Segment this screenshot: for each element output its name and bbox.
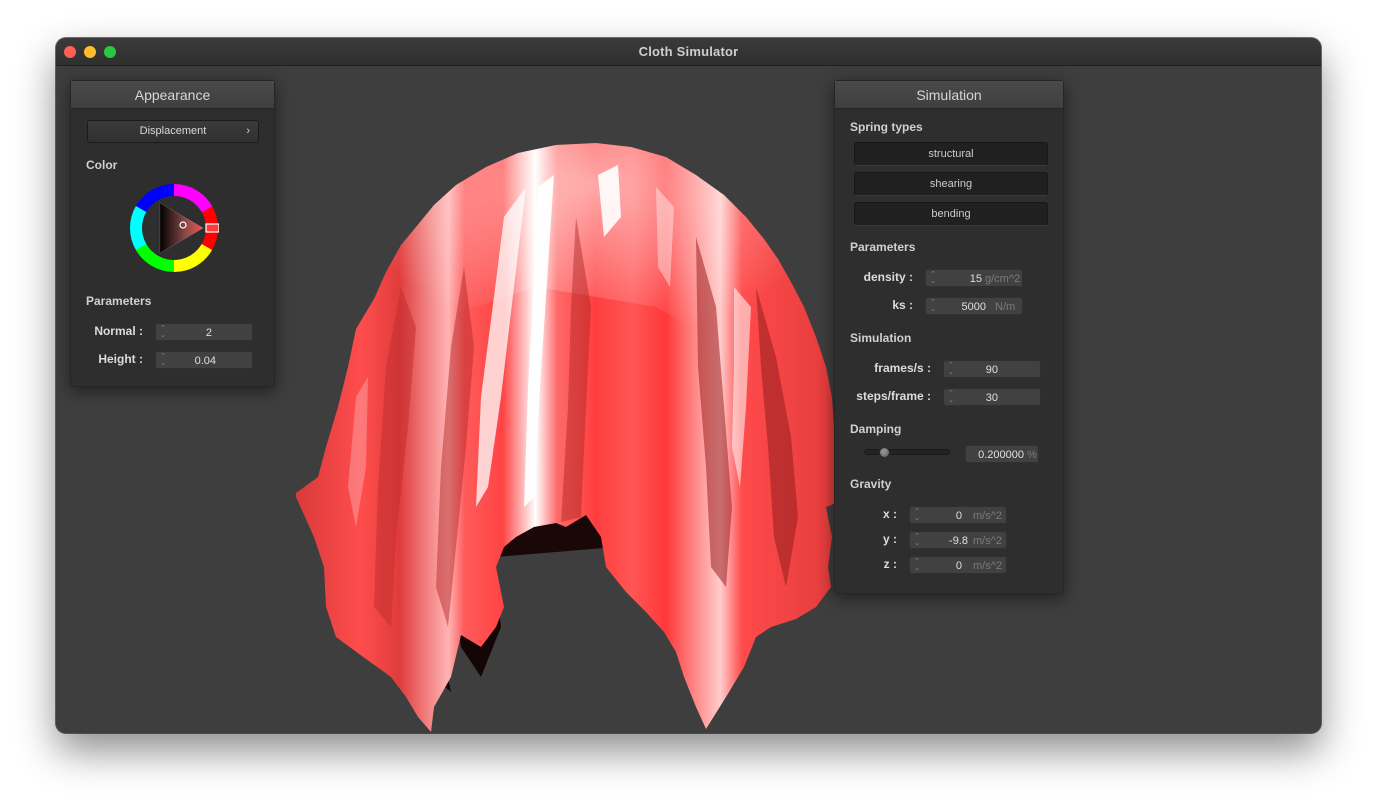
steps-per-frame-label: steps/frame : xyxy=(856,389,931,403)
gravity-z-label: z : xyxy=(883,557,897,571)
spring-bending-button[interactable]: bending xyxy=(854,202,1048,226)
color-section-label: Color xyxy=(86,158,118,172)
spinner-icon[interactable]: ⌃ ⌄ xyxy=(913,533,921,547)
gravity-y-label: y : xyxy=(882,532,897,546)
height-label: Height : xyxy=(98,352,143,366)
spinner-icon[interactable]: ⌃ ⌄ xyxy=(913,508,921,522)
gravity-z-value: 0 xyxy=(955,560,962,572)
gravity-z-input[interactable]: ⌃ ⌄ 0 m/s^2 xyxy=(909,556,1007,574)
simulation-panel-header[interactable]: Simulation xyxy=(835,81,1063,109)
window-title: Cloth Simulator xyxy=(638,44,739,59)
spring-types-label: Spring types xyxy=(850,120,923,134)
gravity-x-value: 0 xyxy=(955,510,962,522)
spinner-icon[interactable]: ⌃ ⌄ xyxy=(929,299,937,313)
damping-slider-handle[interactable] xyxy=(879,447,890,458)
spring-structural-button[interactable]: structural xyxy=(854,142,1048,166)
appearance-parameters-label: Parameters xyxy=(86,294,152,308)
frames-per-s-label: frames/s : xyxy=(874,361,931,375)
gravity-y-unit: m/s^2 xyxy=(973,535,1002,547)
gravity-x-input[interactable]: ⌃ ⌄ 0 m/s^2 xyxy=(909,506,1007,524)
frames-per-s-input[interactable]: ⌃ ⌄ 90 xyxy=(943,360,1041,378)
ks-input[interactable]: ⌃ ⌄ 5000 N/m xyxy=(925,297,1023,315)
app-window: Cloth Simulator Appearance Displacement … xyxy=(56,38,1321,733)
spinner-icon[interactable]: ⌃ ⌄ xyxy=(947,362,955,376)
damping-label: Damping xyxy=(850,422,902,436)
damping-value: 0.200000 xyxy=(978,449,1024,461)
normal-label: Normal : xyxy=(94,324,143,338)
spring-shearing-button[interactable]: shearing xyxy=(854,172,1048,196)
ks-value: 5000 xyxy=(961,301,986,313)
density-label: density : xyxy=(863,270,913,284)
simulation-parameters-label: Parameters xyxy=(850,240,916,254)
damping-slider[interactable] xyxy=(864,449,950,455)
appearance-panel-header[interactable]: Appearance xyxy=(71,81,274,109)
chevron-right-icon: › xyxy=(246,125,250,137)
spinner-icon[interactable]: ⌃ ⌄ xyxy=(929,271,937,285)
spinner-icon[interactable]: ⌃ ⌄ xyxy=(159,353,167,367)
gravity-y-input[interactable]: ⌃ ⌄ -9.8 m/s^2 xyxy=(909,531,1007,549)
spinner-icon[interactable]: ⌃ ⌄ xyxy=(913,558,921,572)
density-unit: g/cm^2 xyxy=(985,273,1021,285)
normal-value: 2 xyxy=(205,327,212,339)
shader-select-button[interactable]: Displacement › xyxy=(87,120,259,143)
shader-select-label: Displacement xyxy=(139,125,207,137)
color-wheel[interactable] xyxy=(129,183,220,273)
gravity-x-label: x : xyxy=(882,507,897,521)
appearance-panel: Appearance Displacement › Color Paramete… xyxy=(70,80,275,387)
height-value: 0.04 xyxy=(194,355,216,367)
color-wheel-graphic xyxy=(130,184,220,272)
normal-input[interactable]: ⌃ ⌄ 2 xyxy=(155,323,253,341)
title-bar: Cloth Simulator xyxy=(56,38,1321,66)
simulation-panel: Simulation Spring types structural shear… xyxy=(834,80,1064,594)
density-input[interactable]: ⌃ ⌄ 15 g/cm^2 xyxy=(925,269,1023,287)
gravity-label: Gravity xyxy=(850,477,892,491)
frames-per-s-value: 90 xyxy=(985,364,998,376)
ks-unit: N/m xyxy=(995,301,1016,313)
steps-per-frame-input[interactable]: ⌃ ⌄ 30 xyxy=(943,388,1041,406)
steps-per-frame-value: 30 xyxy=(985,392,998,404)
gravity-z-unit: m/s^2 xyxy=(973,560,1002,572)
damping-input[interactable]: 0.200000 % xyxy=(965,445,1039,463)
height-input[interactable]: ⌃ ⌄ 0.04 xyxy=(155,351,253,369)
gravity-x-unit: m/s^2 xyxy=(973,510,1002,522)
damping-unit: % xyxy=(1027,449,1037,461)
simulation-section-label: Simulation xyxy=(850,331,912,345)
density-value: 15 xyxy=(969,273,982,285)
ks-label: ks : xyxy=(892,298,913,312)
spinner-icon[interactable]: ⌃ ⌄ xyxy=(947,390,955,404)
spinner-icon[interactable]: ⌃ ⌄ xyxy=(159,325,167,339)
gravity-y-value: -9.8 xyxy=(949,535,968,547)
